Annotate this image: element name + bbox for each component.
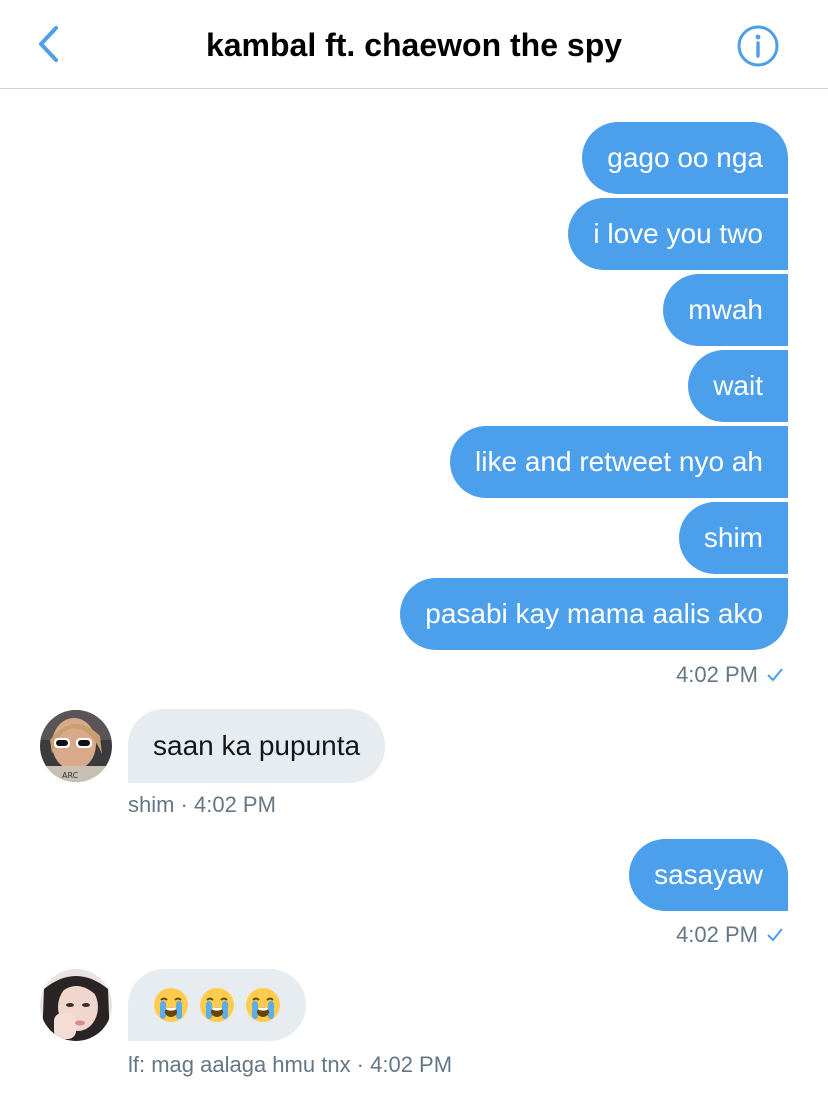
- svg-text:ARC: ARC: [62, 771, 79, 780]
- loudly-crying-face-icon: [246, 988, 280, 1022]
- message-bubble-sent[interactable]: shim: [678, 502, 788, 574]
- message-sender-timestamp: lf: mag aalaga hmu tnx · 4:02 PM: [128, 1052, 452, 1078]
- message-bubble-sent[interactable]: gago oo nga: [582, 122, 788, 194]
- avatar[interactable]: ARC: [40, 710, 112, 782]
- loudly-crying-face-icon: [154, 988, 188, 1022]
- message-bubble-sent[interactable]: i love you two: [568, 198, 788, 270]
- avatar[interactable]: [40, 969, 112, 1041]
- message-text: like and retweet nyo ah: [475, 446, 763, 477]
- message-text: pasabi kay mama aalis ako: [425, 598, 763, 629]
- message-bubble-sent[interactable]: sasayaw: [629, 839, 788, 911]
- message-timestamp: 4:02 PM: [676, 922, 784, 948]
- info-button[interactable]: [734, 22, 782, 70]
- message-sender-timestamp: shim · 4:02 PM: [128, 792, 276, 818]
- loudly-crying-face-icon: [200, 988, 234, 1022]
- message-bubble-sent[interactable]: wait: [688, 350, 788, 422]
- message-text: mwah: [688, 294, 763, 325]
- timestamp-text: 4:02 PM: [676, 922, 758, 947]
- conversation-title: kambal ft. chaewon the spy: [205, 27, 623, 63]
- avatar-image: [40, 969, 112, 1041]
- timestamp-text: lf: mag aalaga hmu tnx · 4:02 PM: [128, 1052, 453, 1077]
- checkmark-icon: [766, 667, 784, 683]
- message-text: shim: [703, 522, 763, 553]
- message-text: saan ka pupunta: [153, 730, 361, 761]
- avatar-image: ARC: [40, 710, 112, 782]
- message-text: sasayaw: [654, 859, 763, 890]
- message-timestamp: 4:02 PM: [676, 662, 784, 688]
- timestamp-text: 4:02 PM: [676, 662, 758, 687]
- message-bubble-sent[interactable]: like and retweet nyo ah: [450, 426, 788, 498]
- message-bubble-received[interactable]: [128, 969, 306, 1041]
- message-bubble-received[interactable]: saan ka pupunta: [128, 709, 386, 783]
- message-bubble-sent[interactable]: pasabi kay mama aalis ako: [400, 578, 788, 650]
- message-text: gago oo nga: [607, 142, 763, 173]
- message-text: wait: [713, 370, 763, 401]
- info-icon: [737, 25, 779, 67]
- checkmark-icon: [766, 927, 784, 943]
- message-text: i love you two: [593, 218, 763, 249]
- conversation-header: kambal ft. chaewon the spy: [0, 0, 828, 89]
- message-bubble-sent[interactable]: mwah: [663, 274, 788, 346]
- timestamp-text: shim · 4:02 PM: [128, 792, 276, 817]
- emoji-row: [153, 987, 281, 1023]
